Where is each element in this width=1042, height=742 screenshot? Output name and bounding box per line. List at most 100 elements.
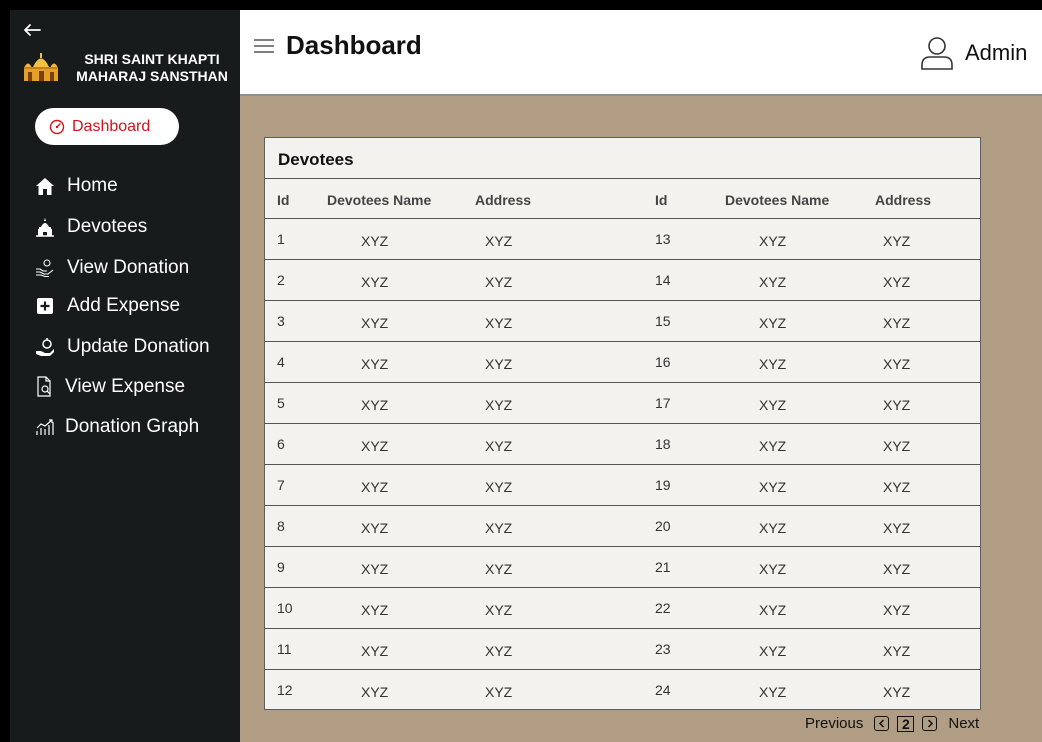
cell-address: XYZ — [485, 684, 513, 700]
bar-graph-icon — [34, 416, 56, 438]
temple-logo-icon — [24, 53, 58, 81]
document-search-icon — [34, 376, 56, 398]
table-row: 2 XYZ XYZ 14 XYZ XYZ — [265, 260, 980, 301]
sidebar-item-add-expense[interactable]: Add Expense — [34, 295, 180, 317]
cell-id: 16 — [655, 354, 671, 370]
sidebar-item-label: View Donation — [67, 257, 190, 278]
cell-devotee-name: XYZ — [361, 438, 389, 454]
table-row: 5 XYZ XYZ 17 XYZ XYZ — [265, 383, 980, 424]
cell-id: 9 — [277, 559, 285, 575]
cell-address: XYZ — [883, 274, 911, 290]
cell-devotee-name: XYZ — [361, 233, 389, 249]
app-frame: SHRI SAINT KHAPTI MAHARAJ SANSTHAN Dashb… — [10, 10, 1042, 742]
table-row: 4 XYZ XYZ 16 XYZ XYZ — [265, 342, 980, 383]
cell-address: XYZ — [485, 233, 513, 249]
cell-address: XYZ — [883, 602, 911, 618]
table-row: 9 XYZ XYZ 21 XYZ XYZ — [265, 547, 980, 588]
table-row: 12 XYZ XYZ 24 XYZ XYZ — [265, 670, 980, 711]
cell-address: XYZ — [883, 479, 911, 495]
brand-line-2: MAHARAJ SANSTHAN — [76, 68, 228, 84]
cell-address: XYZ — [485, 356, 513, 372]
table-row: 10 XYZ XYZ 22 XYZ XYZ — [265, 588, 980, 629]
table-row: 3 XYZ XYZ 15 XYZ XYZ — [265, 301, 980, 342]
next-link[interactable]: Next — [948, 715, 979, 732]
sidebar-item-dashboard[interactable]: Dashboard — [35, 108, 179, 145]
plus-square-icon — [34, 295, 56, 317]
cell-id: 2 — [277, 272, 285, 288]
cell-devotee-name: XYZ — [361, 561, 389, 577]
table-row: 8 XYZ XYZ 20 XYZ XYZ — [265, 506, 980, 547]
cell-devotee-name: XYZ — [759, 315, 787, 331]
sidebar-item-label: Add Expense — [67, 295, 181, 316]
cell-devotee-name: XYZ — [361, 356, 389, 372]
cell-id: 4 — [277, 354, 285, 370]
cell-devotee-name: XYZ — [759, 684, 787, 700]
sidebar-item-label: View Expense — [65, 376, 186, 397]
cell-devotee-name: XYZ — [361, 602, 389, 618]
cell-devotee-name: XYZ — [759, 643, 787, 659]
money-hand-icon — [34, 336, 56, 358]
column-header-id: Id — [655, 192, 668, 208]
sidebar-item-label: Update Donation — [67, 336, 210, 357]
cell-id: 6 — [277, 436, 285, 452]
cell-id: 20 — [655, 518, 671, 534]
sidebar-item-update-donation[interactable]: Update Donation — [34, 336, 210, 358]
hamburger-menu-icon[interactable] — [253, 38, 275, 54]
sidebar-item-donation-graph[interactable]: Donation Graph — [34, 416, 199, 438]
cell-id: 12 — [277, 682, 293, 698]
cell-address: XYZ — [883, 561, 911, 577]
current-page-number[interactable]: 2 — [897, 715, 915, 732]
admin-user-label[interactable]: Admin — [965, 40, 1027, 66]
cell-id: 8 — [277, 518, 285, 534]
sidebar-item-label: Home — [67, 175, 118, 196]
cell-address: XYZ — [485, 315, 513, 331]
sidebar: SHRI SAINT KHAPTI MAHARAJ SANSTHAN Dashb… — [10, 10, 240, 742]
user-icon[interactable] — [920, 35, 954, 71]
sidebar-item-devotees[interactable]: Devotees — [34, 216, 147, 238]
cell-devotee-name: XYZ — [361, 479, 389, 495]
cell-id: 19 — [655, 477, 671, 493]
table-title: Devotees — [278, 150, 354, 169]
cell-id: 24 — [655, 682, 671, 698]
cell-id: 5 — [277, 395, 285, 411]
chevron-right-icon[interactable] — [922, 716, 938, 731]
cell-address: XYZ — [485, 397, 513, 413]
back-arrow-icon[interactable] — [22, 22, 42, 38]
table-row: 11 XYZ XYZ 23 XYZ XYZ — [265, 629, 980, 670]
previous-link[interactable]: Previous — [805, 715, 863, 732]
cell-devotee-name: XYZ — [759, 602, 787, 618]
cell-address: XYZ — [485, 438, 513, 454]
cell-address: XYZ — [883, 315, 911, 331]
sidebar-item-view-donation[interactable]: View Donation — [34, 257, 189, 279]
cell-devotee-name: XYZ — [759, 561, 787, 577]
temple-icon — [34, 216, 56, 238]
cell-id: 15 — [655, 313, 671, 329]
cell-devotee-name: XYZ — [759, 479, 787, 495]
divider — [265, 178, 980, 179]
cell-id: 10 — [277, 600, 293, 616]
cell-devotee-name: XYZ — [361, 315, 389, 331]
cell-id: 3 — [277, 313, 285, 329]
column-header-name: Devotees Name — [725, 192, 830, 208]
table-row: 1 XYZ XYZ 13 XYZ XYZ — [265, 219, 980, 260]
cell-devotee-name: XYZ — [759, 356, 787, 372]
sidebar-item-view-expense[interactable]: View Expense — [34, 376, 185, 398]
column-header-id: Id — [277, 192, 290, 208]
table-row: 7 XYZ XYZ 19 XYZ XYZ — [265, 465, 980, 506]
sidebar-item-label: Dashboard — [72, 117, 151, 135]
cell-id: 18 — [655, 436, 671, 452]
cell-devotee-name: XYZ — [759, 274, 787, 290]
sidebar-item-label: Donation Graph — [65, 416, 200, 437]
chevron-left-icon[interactable] — [874, 716, 890, 731]
cell-devotee-name: XYZ — [361, 520, 389, 536]
cell-devotee-name: XYZ — [361, 684, 389, 700]
cell-devotee-name: XYZ — [759, 438, 787, 454]
cell-address: XYZ — [883, 684, 911, 700]
cell-address: XYZ — [883, 520, 911, 536]
donation-hand-icon — [34, 257, 56, 279]
sidebar-item-home[interactable]: Home — [34, 175, 118, 197]
cell-id: 22 — [655, 600, 671, 616]
cell-address: XYZ — [485, 643, 513, 659]
cell-devotee-name: XYZ — [361, 397, 389, 413]
top-header: Dashboard Admin — [240, 10, 1042, 96]
